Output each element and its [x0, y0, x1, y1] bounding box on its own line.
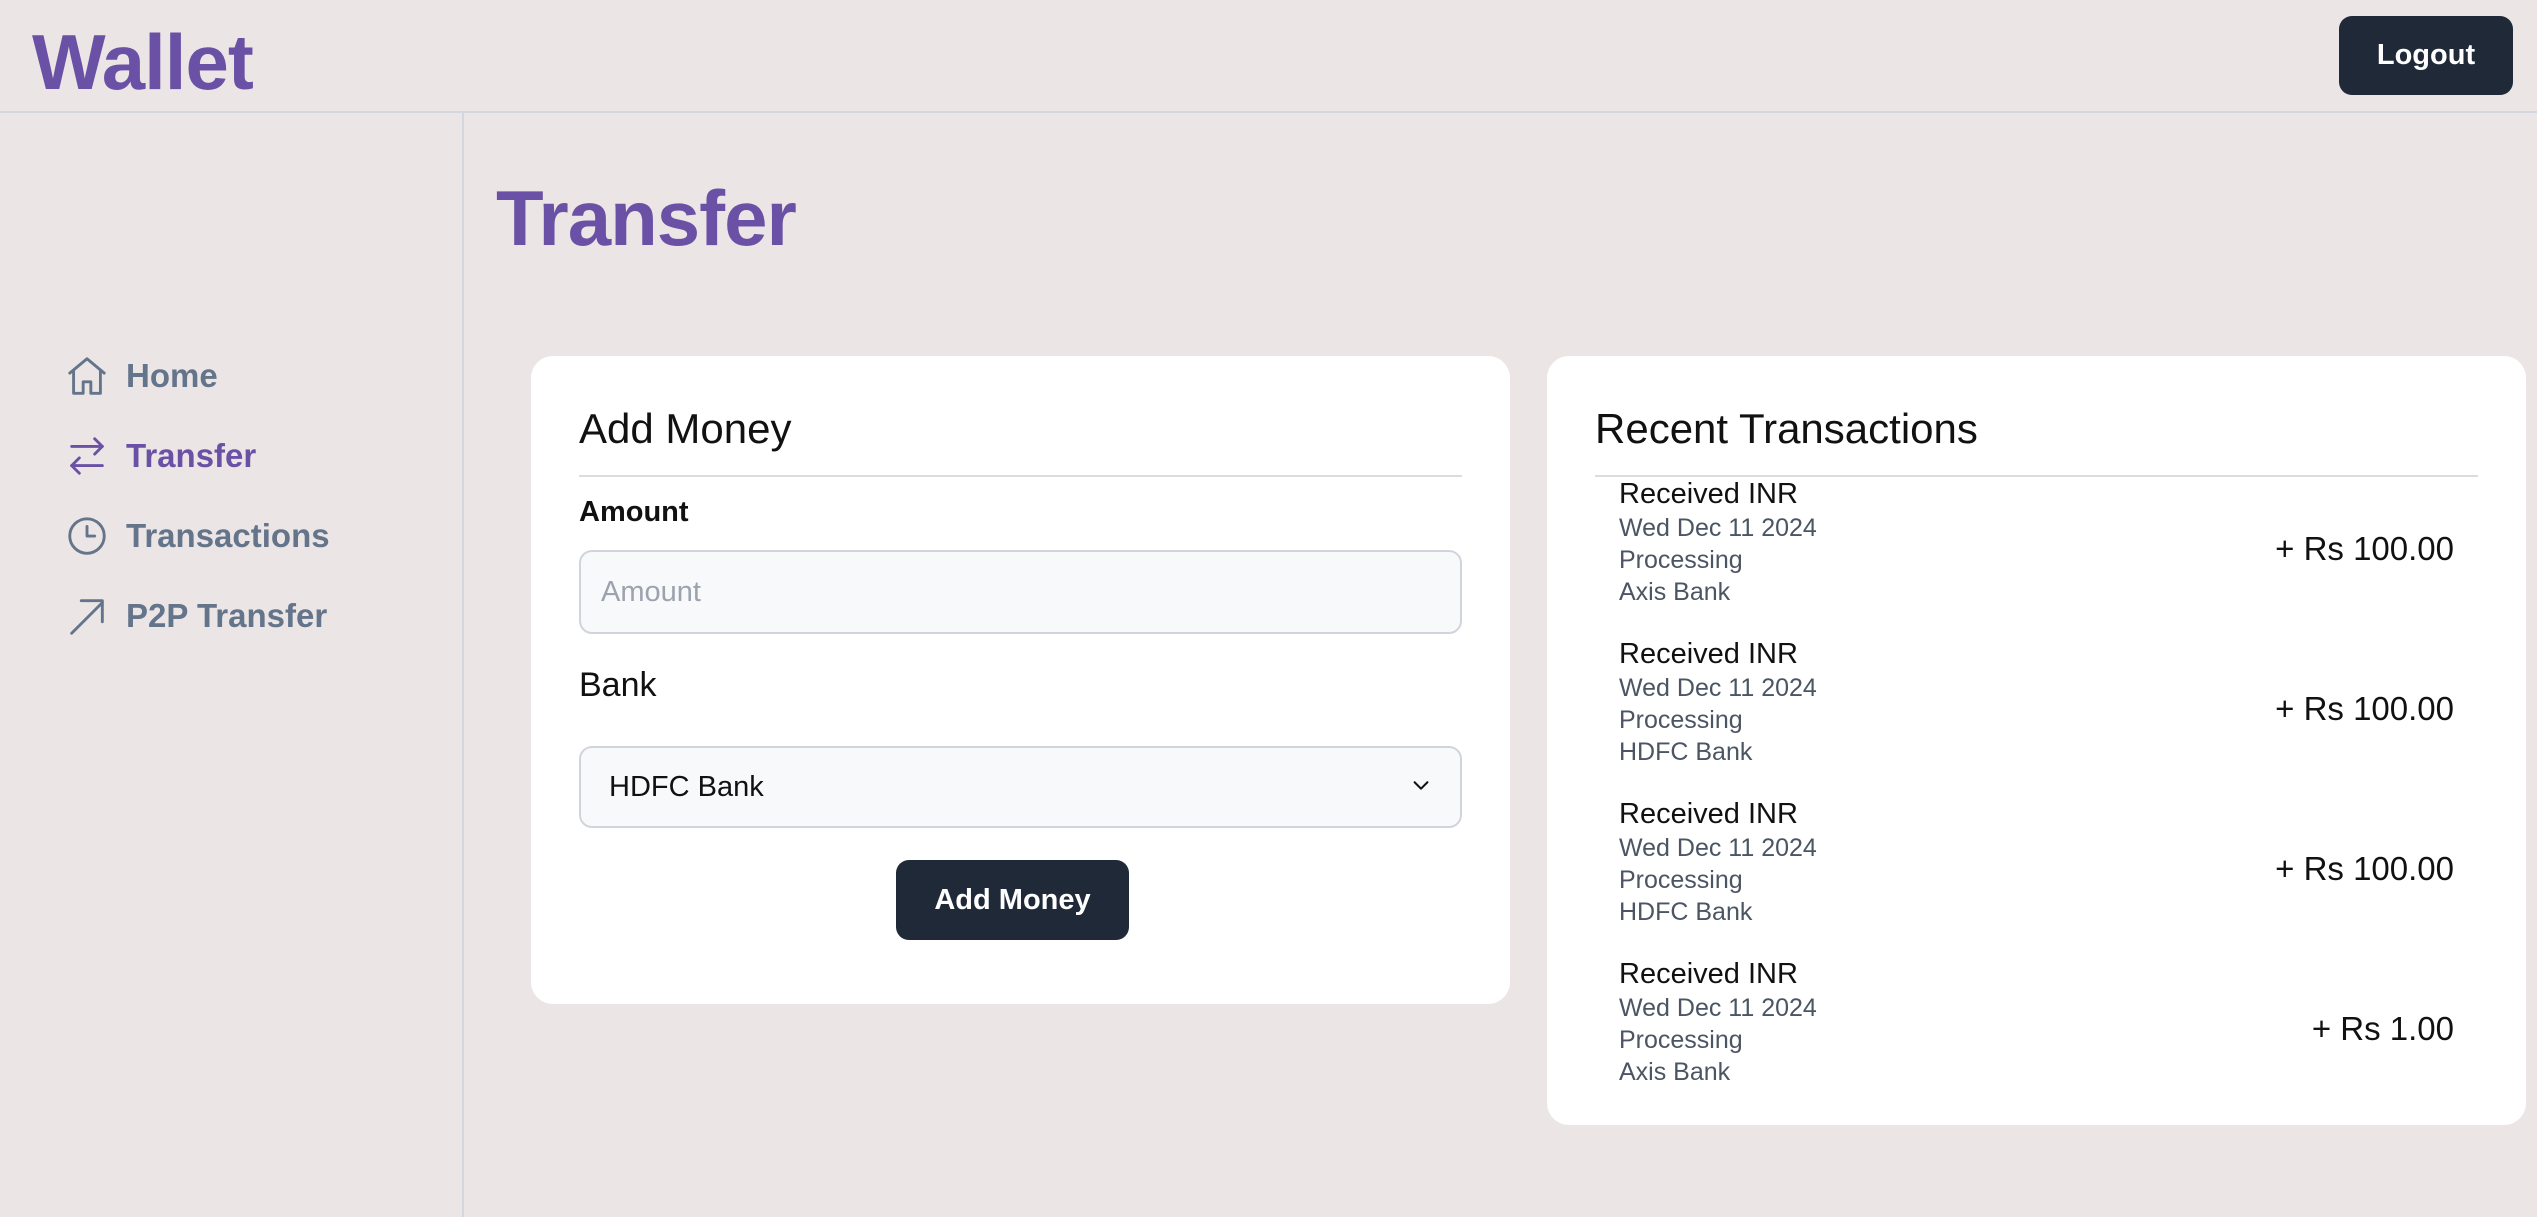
amount-input[interactable]: [579, 550, 1462, 634]
add-money-button[interactable]: Add Money: [896, 860, 1129, 940]
bank-label: Bank: [579, 666, 657, 704]
transaction-status: Processing: [1619, 706, 1743, 734]
sidebar-item-transactions[interactable]: Transactions: [64, 506, 330, 566]
clock-icon: [64, 513, 110, 559]
sidebar-item-p2p-transfer[interactable]: P2P Transfer: [64, 586, 327, 646]
sidebar-item-label: P2P Transfer: [126, 597, 328, 634]
arrows-swap-icon: [64, 433, 110, 479]
sidebar-item-label: Transactions: [126, 517, 330, 554]
add-money-title: Add Money: [579, 405, 792, 452]
transaction-title: Received INR: [1619, 478, 1798, 510]
arrow-up-right-icon: [64, 593, 110, 639]
top-bar: Wallet Logout: [0, 0, 2537, 113]
transaction-title: Received INR: [1619, 958, 1798, 990]
add-money-card: Add Money Amount Bank HDFC Bank Add Mone…: [531, 356, 1510, 1004]
transaction-status: Processing: [1619, 546, 1743, 574]
transaction-title: Received INR: [1619, 798, 1798, 830]
sidebar-item-label: Transfer: [126, 437, 257, 474]
logout-button[interactable]: Logout: [2339, 16, 2513, 95]
transaction-bank: HDFC Bank: [1619, 738, 1753, 766]
transaction-row: Received INR Wed Dec 11 2024 Processing …: [1595, 797, 2478, 957]
transactions-list[interactable]: Received INR Wed Dec 11 2024 Processing …: [1595, 477, 2478, 1081]
transaction-row: Received INR Wed Dec 11 2024 Processing …: [1595, 637, 2478, 797]
transaction-amount: + Rs 100.00: [2275, 690, 2454, 727]
recent-transactions-card: Recent Transactions Received INR Wed Dec…: [1547, 356, 2526, 1125]
bank-select[interactable]: HDFC Bank: [579, 746, 1462, 828]
transaction-date: Wed Dec 11 2024: [1619, 834, 1817, 862]
transaction-amount: + Rs 1.00: [2311, 1010, 2454, 1047]
app-logo: Wallet: [32, 18, 254, 106]
bank-select-value: HDFC Bank: [609, 770, 764, 803]
sidebar-item-transfer[interactable]: Transfer: [64, 426, 256, 486]
transaction-status: Processing: [1619, 866, 1743, 894]
transaction-amount: + Rs 100.00: [2275, 850, 2454, 887]
sidebar-item-label: Home: [126, 357, 218, 394]
transaction-bank: Axis Bank: [1619, 578, 1731, 606]
transaction-status: Processing: [1619, 1026, 1743, 1054]
transaction-amount: + Rs 100.00: [2275, 530, 2454, 567]
recent-transactions-title: Recent Transactions: [1595, 405, 1978, 452]
transaction-date: Wed Dec 11 2024: [1619, 994, 1817, 1022]
sidebar: Home Transfer Transactions P2P Transfer: [0, 113, 464, 1217]
transaction-date: Wed Dec 11 2024: [1619, 674, 1817, 702]
divider: [579, 475, 1462, 477]
chevron-down-icon: [1410, 774, 1432, 801]
transaction-row: Received INR Wed Dec 11 2024 Processing …: [1595, 477, 2478, 637]
amount-label: Amount: [579, 496, 689, 528]
sidebar-item-home[interactable]: Home: [64, 346, 218, 406]
transaction-bank: Axis Bank: [1619, 1058, 1731, 1081]
home-icon: [64, 353, 110, 399]
transaction-bank: HDFC Bank: [1619, 898, 1753, 926]
transaction-title: Received INR: [1619, 638, 1798, 670]
transaction-date: Wed Dec 11 2024: [1619, 514, 1817, 542]
transaction-row: Received INR Wed Dec 11 2024 Processing …: [1595, 957, 2478, 1081]
page-title: Transfer: [496, 174, 797, 262]
